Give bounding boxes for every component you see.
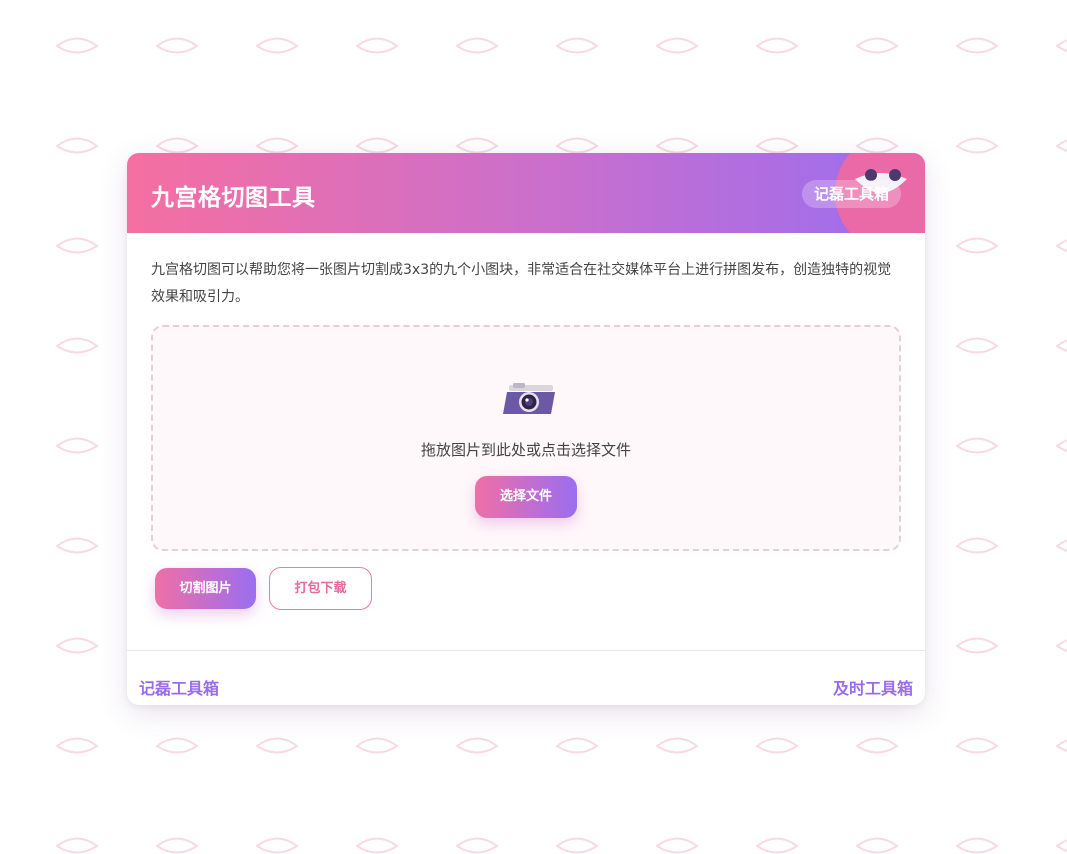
tool-description: 九宫格切图可以帮助您将一张图片切割成3x3的九个小图块，非常适合在社交媒体平台上… — [151, 262, 892, 305]
upload-dropzone[interactable]: 拖放图片到此处或点击选择文件 选择文件 — [151, 325, 901, 551]
footer-link-right[interactable]: 及时工具箱 — [833, 675, 913, 699]
footer-link-left[interactable]: 记磊工具箱 — [139, 675, 219, 699]
download-zip-button[interactable]: 打包下载 — [269, 567, 372, 610]
footer-divider — [127, 650, 925, 651]
cut-image-button[interactable]: 切割图片 — [155, 568, 256, 609]
dropzone-hint: 拖放图片到此处或点击选择文件 — [420, 441, 631, 459]
tool-card: 九宫格切图工具 记磊工具箱 九宫格切图可以帮助您将一张图片切割成3x3的九个小图… — [127, 153, 925, 705]
card-header: 九宫格切图工具 记磊工具箱 — [127, 153, 925, 233]
camera-icon — [503, 383, 555, 414]
select-file-button[interactable]: 选择文件 — [475, 476, 577, 518]
page-title: 九宫格切图工具 — [151, 185, 316, 211]
brand-badge: 记磊工具箱 — [801, 180, 901, 208]
